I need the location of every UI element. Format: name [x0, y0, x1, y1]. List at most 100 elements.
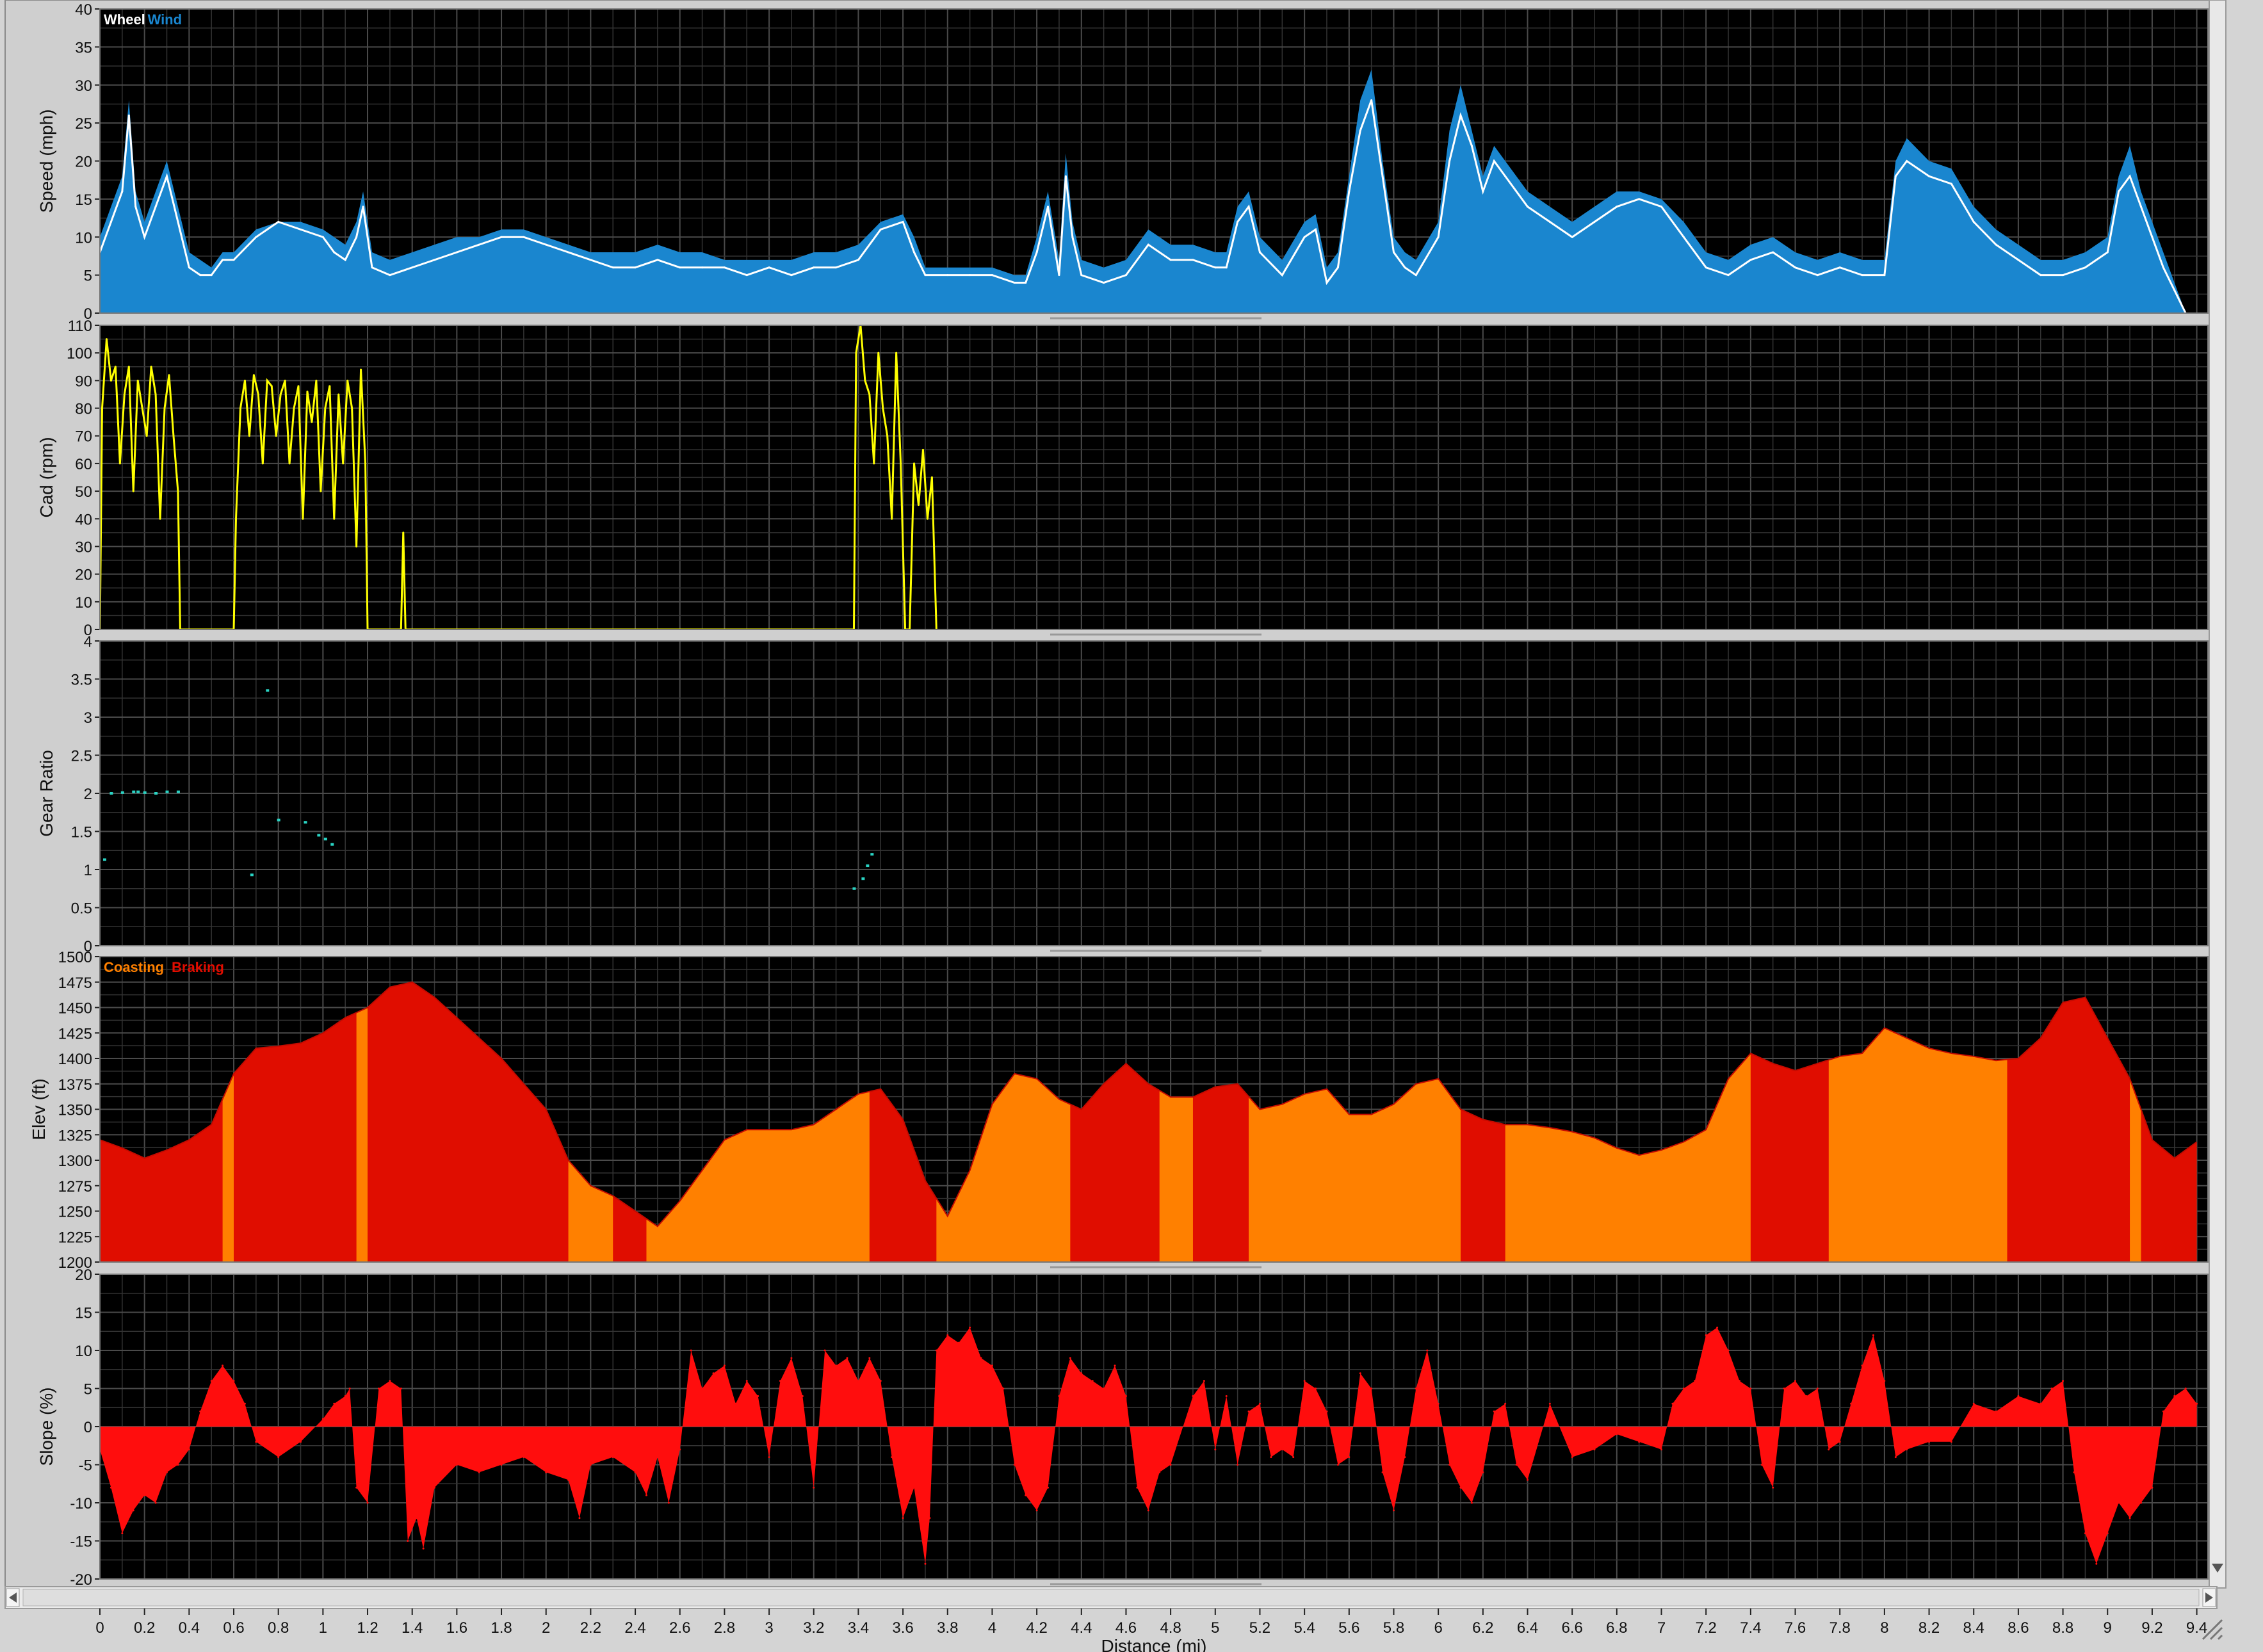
slope-data-point: [210, 1380, 213, 1382]
elevation-y-tick-label: 1375: [58, 1076, 92, 1094]
wheel-data-point: [127, 114, 130, 117]
slope-data-point: [567, 1478, 570, 1481]
slope-data-point: [1515, 1464, 1518, 1466]
gear-y-tick-label: 1.5: [71, 824, 92, 841]
cadence-data-point: [900, 462, 902, 465]
wheel-data-point: [1894, 175, 1897, 177]
horizontal-scroll-thumb[interactable]: [22, 1589, 2200, 1607]
x-tick-label: 7.2: [1696, 1619, 1717, 1637]
slope-data-point: [957, 1341, 960, 1344]
x-tick-label: 4.8: [1160, 1619, 1181, 1637]
horizontal-scrollbar[interactable]: [4, 1586, 2218, 1609]
slope-data-point: [1928, 1441, 1931, 1443]
slope-data-point: [1303, 1380, 1306, 1382]
slope-data-point: [2151, 1486, 2154, 1489]
elevation-y-tick-label: 1250: [58, 1204, 92, 1221]
slope-data-point: [1548, 1402, 1551, 1405]
wheel-data-point: [1381, 175, 1384, 177]
gear-y-tick-label: 3: [84, 709, 92, 727]
wheel-data-point: [1147, 243, 1149, 246]
slope-data-point: [2095, 1562, 2098, 1565]
wheel-data-point: [1315, 228, 1317, 231]
wheel-data-point: [1794, 266, 1797, 269]
cadence-data-point: [873, 462, 875, 465]
wheel-data-point: [813, 266, 815, 269]
wheel-data-point: [1392, 251, 1395, 254]
slope-data-point: [545, 1471, 548, 1473]
slope-data-point: [2139, 1502, 2142, 1504]
gear-ratio-point: [176, 790, 180, 793]
cadence-data-point: [177, 490, 179, 492]
slope-data-point: [991, 1365, 993, 1367]
cadence-y-tick-label: 110: [68, 318, 92, 335]
wheel-data-point: [924, 274, 927, 277]
wheel-data-point: [2106, 251, 2109, 254]
slope-data-point: [701, 1388, 704, 1389]
wheel-data-point: [1404, 266, 1406, 269]
wheel-data-point: [1660, 206, 1663, 208]
cadence-data-point: [360, 368, 362, 371]
wheel-data-point: [1638, 198, 1641, 200]
slope-data-point: [1025, 1494, 1027, 1496]
cadence-data-point: [917, 504, 920, 506]
slope-data-point: [1783, 1388, 1785, 1389]
slope-data-point: [355, 1486, 358, 1489]
wheel-data-point: [154, 206, 157, 208]
slope-data-point: [578, 1517, 581, 1519]
slope-data-point: [1348, 1456, 1350, 1459]
slope-data-point: [823, 1349, 826, 1352]
slope-y-axis-title: Slope (%): [36, 1388, 56, 1466]
wheel-data-point: [656, 259, 659, 261]
gear-ratio-point: [323, 838, 327, 841]
cadence-data-point: [141, 407, 143, 410]
slope-data-point: [1225, 1395, 1228, 1397]
wheel-data-point: [333, 251, 336, 254]
gear-ratio-point: [165, 790, 169, 793]
slope-data-point: [1336, 1464, 1339, 1466]
slope-data-point: [1861, 1365, 1863, 1367]
slope-data-point: [455, 1464, 458, 1466]
slope-data-point: [1738, 1380, 1740, 1382]
wheel-data-point: [1326, 282, 1328, 284]
wheel-data-point: [166, 175, 168, 177]
elevation-legend-braking: Braking: [172, 959, 224, 975]
slope-y-tick-label: -15: [70, 1534, 92, 1551]
slope-data-point: [790, 1357, 793, 1359]
vertical-scrollbar-track[interactable]: [2209, 0, 2226, 1589]
cadence-data-point: [320, 490, 322, 492]
slope-data-point: [1883, 1380, 1886, 1382]
cadence-y-tick-label: 60: [75, 456, 92, 473]
cadence-data-point: [136, 379, 139, 382]
slope-data-point: [813, 1486, 815, 1489]
slope-data-point: [277, 1456, 280, 1459]
slope-data-point: [980, 1357, 982, 1359]
cadence-data-point: [402, 531, 405, 534]
x-tick-label: 3.2: [803, 1619, 824, 1637]
cadence-data-point: [118, 462, 121, 465]
gear-ratio-point: [250, 873, 254, 877]
slope-data-point: [2106, 1532, 2109, 1535]
elevation-y-tick-label: 1450: [58, 1000, 92, 1017]
slope-y-tick-label: 20: [75, 1267, 92, 1284]
slope-panel: -20 -15 -10 -5 0 5 10 15 20 Slope (%): [36, 1267, 2209, 1589]
gear-ratio-point: [852, 887, 856, 890]
wheel-data-point: [523, 236, 525, 238]
slope-data-point: [924, 1562, 927, 1565]
slope-data-point: [1404, 1456, 1406, 1459]
slope-data-point: [222, 1365, 224, 1367]
slope-data-point: [1894, 1456, 1897, 1459]
vertical-scrollbar[interactable]: [2209, 0, 2226, 1589]
speed-y-tick-label: 40: [75, 1, 92, 19]
wheel-data-point: [344, 259, 346, 261]
slope-data-point: [1593, 1448, 1596, 1451]
wheel-data-point: [232, 259, 235, 261]
x-tick-label: 4.4: [1071, 1619, 1092, 1637]
cadence-data-point: [266, 379, 268, 382]
x-tick-label: 6.8: [1606, 1619, 1627, 1637]
wheel-data-point: [790, 274, 793, 277]
wheel-data-point: [321, 236, 324, 238]
cadence-data-point: [882, 407, 884, 410]
slope-data-point: [929, 1517, 931, 1519]
wheel-data-point: [1727, 274, 1730, 277]
cadence-data-point: [145, 435, 148, 437]
